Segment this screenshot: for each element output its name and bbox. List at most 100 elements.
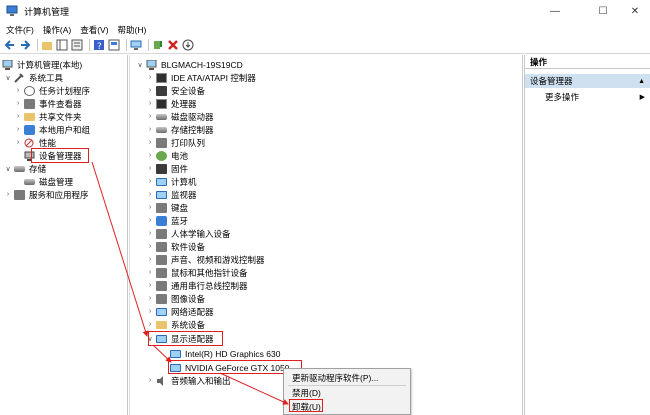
tree-item-local-users[interactable]: › 本地用户和组	[14, 123, 90, 136]
device-category-label: 处理器	[171, 98, 197, 109]
device-category-item[interactable]: › 存储控制器	[146, 123, 214, 136]
chevron-right-icon[interactable]: ›	[146, 243, 154, 250]
chevron-down-icon[interactable]: ∨	[4, 74, 12, 82]
device-category-item[interactable]: › 打印队列	[146, 136, 205, 149]
actions-more[interactable]: 更多操作 ▶	[525, 90, 650, 103]
chevron-right-icon[interactable]: ›	[146, 217, 154, 224]
back-icon[interactable]	[4, 39, 16, 51]
device-category-audio-io[interactable]: › 音频输入和输出	[146, 374, 231, 387]
chevron-right-icon[interactable]: ›	[146, 74, 154, 81]
tree-root[interactable]: 计算机管理(本地)	[2, 58, 82, 71]
chevron-right-icon[interactable]: ›	[146, 230, 154, 237]
device-category-item[interactable]: › 蓝牙	[146, 214, 188, 227]
update-driver-icon[interactable]	[152, 39, 164, 51]
up-folder-icon[interactable]	[41, 39, 53, 51]
actions-more-label: 更多操作	[545, 91, 580, 102]
enable-device-icon[interactable]	[182, 39, 194, 51]
device-category-label: 网络适配器	[171, 306, 214, 317]
chevron-right-icon[interactable]: ›	[146, 165, 154, 172]
forward-icon[interactable]	[19, 39, 31, 51]
export-list-icon[interactable]	[108, 39, 120, 51]
device-category-label: 键盘	[171, 202, 189, 213]
chevron-right-icon[interactable]: ›	[146, 269, 154, 276]
device-category-item[interactable]: › 键盘	[146, 201, 188, 214]
chevron-right-icon[interactable]: ›	[146, 282, 154, 289]
device-category-item[interactable]: › 系统设备	[146, 318, 205, 331]
device-category-item[interactable]: › IDE ATA/ATAPI 控制器	[146, 71, 256, 84]
menu-update-driver[interactable]: 更新驱动程序软件(P)...	[292, 372, 378, 384]
menu-action[interactable]: 操作(A)	[43, 24, 71, 36]
menu-disable[interactable]: 禁用(D)	[292, 387, 321, 399]
properties-icon[interactable]	[71, 39, 83, 51]
chevron-down-icon[interactable]: ∨	[4, 165, 12, 173]
device-computer-node[interactable]: ∨ BLGMACH-19S19CD	[136, 58, 243, 71]
tree-item-shared-folders[interactable]: › 共享文件夹	[14, 110, 82, 123]
chevron-right-icon[interactable]: ›	[146, 321, 154, 328]
chevron-right-icon[interactable]: ›	[14, 113, 22, 120]
chevron-right-icon[interactable]: ›	[146, 152, 154, 159]
uninstall-icon[interactable]	[167, 39, 179, 51]
device-category-item[interactable]: › 软件设备	[146, 240, 205, 253]
device-category-label: 软件设备	[171, 241, 206, 252]
tree-item-task-scheduler[interactable]: › 任务计划程序	[14, 84, 90, 97]
maximize-button[interactable]: ☐	[588, 0, 618, 22]
chevron-right-icon[interactable]: ›	[14, 87, 22, 94]
chevron-right-icon[interactable]: ›	[4, 191, 12, 198]
device-category-item[interactable]: › 监视器	[146, 188, 197, 201]
chevron-right-icon[interactable]: ›	[146, 126, 154, 133]
chevron-right-icon[interactable]: ›	[14, 126, 22, 133]
show-tree-icon[interactable]	[56, 39, 68, 51]
actions-device-manager-label: 设备管理器	[530, 76, 573, 86]
device-category-item[interactable]: › 鼠标和其他指针设备	[146, 266, 248, 279]
tree-item-disk-management[interactable]: 磁盘管理	[24, 175, 73, 188]
device-gpu-intel[interactable]: Intel(R) HD Graphics 630	[170, 347, 280, 360]
menu-file[interactable]: 文件(F)	[6, 24, 34, 36]
chevron-down-icon[interactable]: ∨	[136, 61, 144, 69]
device-category-item[interactable]: › 计算机	[146, 175, 197, 188]
tree-services-label: 服务和应用程序	[29, 189, 89, 200]
chevron-right-icon[interactable]: ›	[146, 139, 154, 146]
menu-help[interactable]: 帮助(H)	[118, 24, 147, 36]
device-category-label: 声音、视频和游戏控制器	[171, 254, 265, 265]
chevron-right-icon[interactable]: ›	[146, 191, 154, 198]
help-icon[interactable]: ?	[93, 39, 105, 51]
chevron-right-icon[interactable]: ›	[146, 295, 154, 302]
minimize-button[interactable]: —	[540, 0, 570, 22]
device-category-item[interactable]: › 磁盘驱动器	[146, 110, 214, 123]
chevron-right-icon[interactable]: ›	[14, 100, 22, 107]
device-category-item[interactable]: › 通用串行总线控制器	[146, 279, 248, 292]
svg-text:?: ?	[97, 42, 102, 51]
scan-hardware-icon[interactable]	[130, 39, 142, 51]
device-category-item[interactable]: › 声音、视频和游戏控制器	[146, 253, 265, 266]
chevron-right-icon[interactable]: ›	[146, 308, 154, 315]
tree-services-apps[interactable]: › 服务和应用程序	[4, 188, 89, 201]
device-category-item[interactable]: › 安全设备	[146, 84, 205, 97]
device-category-item[interactable]: › 电池	[146, 149, 188, 162]
chevron-right-icon[interactable]: ›	[146, 87, 154, 94]
services-icon	[14, 189, 25, 200]
menu-view[interactable]: 查看(V)	[80, 24, 108, 36]
triangle-up-icon[interactable]: ▲	[638, 78, 645, 85]
close-button[interactable]: ✕	[620, 0, 650, 22]
tree-item-label: 事件查看器	[39, 98, 82, 109]
tree-item-event-viewer[interactable]: › 事件查看器	[14, 97, 82, 110]
chevron-right-icon[interactable]: ›	[146, 256, 154, 263]
keyboard-icon	[156, 202, 167, 213]
chevron-right-icon[interactable]: ›	[146, 178, 154, 185]
device-category-label: 打印队列	[171, 137, 206, 148]
device-category-item[interactable]: › 人体学输入设备	[146, 227, 231, 240]
tree-storage[interactable]: ∨ 存储	[4, 162, 46, 175]
device-category-item[interactable]: › 图像设备	[146, 292, 205, 305]
tree-system-tools[interactable]: ∨ 系统工具	[4, 71, 63, 84]
chevron-right-icon[interactable]: ›	[146, 113, 154, 120]
device-category-item[interactable]: › 固件	[146, 162, 188, 175]
device-category-item[interactable]: › 网络适配器	[146, 305, 214, 318]
device-category-item[interactable]: › 处理器	[146, 97, 197, 110]
chevron-right-icon[interactable]: ›	[146, 100, 154, 107]
device-category-label: 电池	[171, 150, 189, 161]
chevron-right-icon[interactable]: ›	[146, 377, 154, 384]
chevron-right-icon[interactable]: ›	[14, 139, 22, 146]
actions-device-manager[interactable]: 设备管理器 ▲	[525, 74, 650, 88]
chevron-right-icon[interactable]: ›	[146, 204, 154, 211]
device-category-label: 人体学输入设备	[171, 228, 231, 239]
